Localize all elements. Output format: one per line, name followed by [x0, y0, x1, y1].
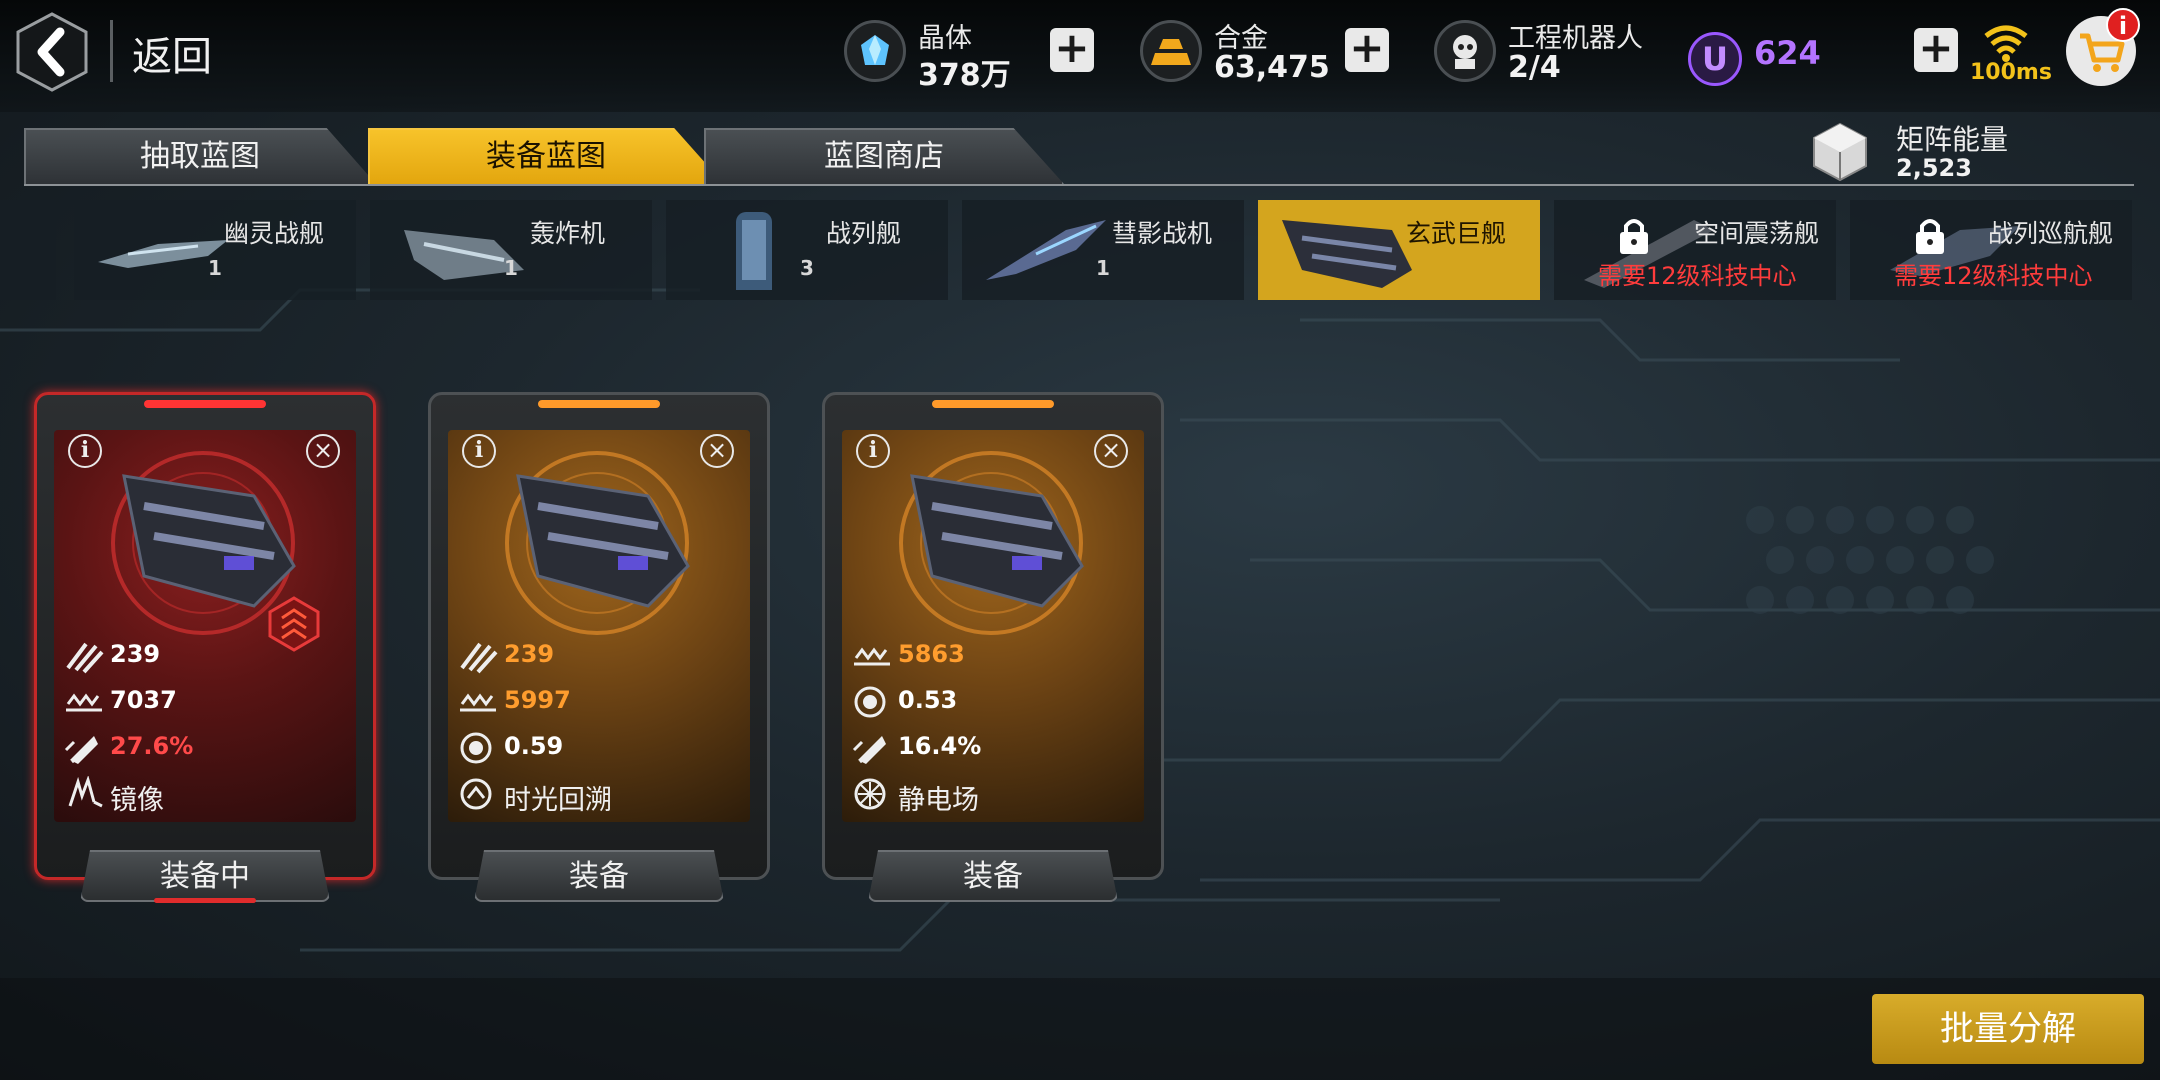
shield-icon	[852, 684, 892, 720]
ship-type-name: 玄武巨舰	[1406, 219, 1507, 248]
ping-value: 100ms	[1970, 60, 2052, 85]
add-crystal-button[interactable]: +	[1050, 27, 1094, 72]
stat-value: 239	[504, 640, 555, 668]
matrix-energy-value: 2,523	[1896, 154, 1972, 182]
matrix-cube-icon	[1813, 122, 1867, 182]
equip-button[interactable]: 装备	[868, 850, 1118, 902]
mirror-icon	[64, 775, 104, 812]
matrix-energy-label: 矩阵能量	[1896, 123, 2009, 156]
card-glow	[538, 400, 660, 408]
back-arrow-icon	[16, 12, 88, 92]
armor-icon	[458, 684, 498, 720]
info-button[interactable]: i	[856, 434, 890, 468]
stat-value: 0.59	[504, 732, 564, 760]
stat-value: 0.53	[898, 686, 958, 714]
back-button[interactable]	[14, 10, 90, 94]
ship-type-count: 1	[208, 256, 222, 280]
skill-name: 静电场	[898, 785, 979, 816]
ship-type-bomber[interactable]: 轰炸机 1	[370, 200, 652, 300]
ship-type-name: 幽灵战舰	[224, 219, 325, 248]
ship-type-name: 战列巡航舰	[1988, 219, 2114, 248]
stat-value: 239	[110, 640, 161, 668]
ship-type-xuanwu[interactable]: 玄武巨舰	[1258, 200, 1540, 300]
speed-icon	[64, 730, 104, 766]
dismantle-close-button[interactable]: ×	[306, 434, 340, 468]
skill-name: 镜像	[110, 785, 164, 816]
resource-value: 2/4	[1508, 50, 1561, 85]
ship-type-name: 空间震荡舰	[1694, 219, 1820, 248]
xuanwu-ship-image	[122, 474, 296, 608]
ship-type-battleship[interactable]: 战列舰 3	[666, 200, 948, 300]
back-label[interactable]: 返回	[132, 24, 212, 82]
armor-icon	[64, 684, 104, 720]
resource-robot: 工程机器人 2/4	[1434, 14, 1674, 94]
dismantle-close-button[interactable]: ×	[1094, 434, 1128, 468]
shield-icon	[458, 730, 498, 766]
card-glow	[932, 400, 1054, 408]
resource-crystal: 晶体 378万	[844, 14, 1044, 94]
info-button[interactable]: i	[462, 434, 496, 468]
equipped-button[interactable]: 装备中	[80, 850, 330, 902]
tabs-underline	[24, 184, 2134, 186]
ship-type-count: 1	[504, 256, 518, 280]
ship-type-name: 轰炸机	[530, 219, 606, 248]
stat-value: 16.4%	[898, 732, 982, 760]
ship-type-space-quake[interactable]: 空间震荡舰 需要12级科技中心	[1554, 200, 1836, 300]
stat-value: 27.6%	[110, 732, 194, 760]
ship-type-count: 1	[1096, 256, 1110, 280]
info-button[interactable]: i	[68, 434, 102, 468]
batch-dismantle-button[interactable]: 批量分解	[1872, 994, 2144, 1064]
crystal-icon	[844, 20, 906, 82]
equip-button[interactable]: 装备	[474, 850, 724, 902]
stat-value: 5997	[504, 686, 571, 714]
ship-type-count: 3	[800, 256, 814, 280]
bottom-bar	[0, 978, 2160, 1080]
ship-type-name: 彗影战机	[1112, 219, 1213, 248]
notification-badge: i	[2106, 8, 2140, 42]
equipped-indicator	[154, 898, 256, 903]
damage-icon	[458, 638, 498, 674]
ship-type-list: 幽灵战舰 1 轰炸机 1 战列舰 3 彗影战机 1 玄武巨舰 空间震荡舰 需要1…	[0, 200, 2160, 306]
ship-type-comet[interactable]: 彗影战机 1	[962, 200, 1244, 300]
stat-value: 7037	[110, 686, 177, 714]
xuanwu-ship-icon	[1282, 220, 1412, 288]
add-premium-button[interactable]: +	[1914, 27, 1958, 72]
tab-equip-blueprint[interactable]: 装备蓝图	[368, 128, 724, 184]
unlock-requirement: 需要12级科技中心	[1598, 262, 1797, 290]
add-alloy-button[interactable]: +	[1345, 27, 1389, 72]
divider	[110, 20, 113, 82]
resource-value: 63,475	[1214, 50, 1330, 85]
robot-icon	[1434, 20, 1496, 82]
blueprint-card[interactable]: i × 5863 0.53 16.4% 静电场装备	[822, 392, 1164, 902]
speed-icon	[852, 730, 892, 766]
premium-currency-icon: U	[1688, 32, 1742, 86]
ship-type-name: 战列舰	[826, 219, 902, 248]
stat-value: 5863	[898, 640, 965, 668]
ship-type-ghost[interactable]: 幽灵战舰 1	[74, 200, 356, 300]
blueprint-card[interactable]: i × 239 7037 27.6% 镜像装备中	[34, 392, 376, 903]
damage-icon	[64, 638, 104, 674]
lock-icon	[1620, 219, 1648, 254]
skill-name: 时光回溯	[504, 785, 612, 816]
static-field-icon	[852, 776, 892, 812]
premium-currency-value: 624	[1754, 34, 1821, 72]
unlock-requirement: 需要12级科技中心	[1894, 262, 2093, 290]
tab-blueprint-shop[interactable]: 蓝图商店	[704, 128, 1064, 184]
rank-chevron-icon	[266, 596, 322, 652]
tab-draw-blueprint[interactable]: 抽取蓝图	[24, 128, 376, 184]
resource-value: 378万	[918, 58, 1011, 93]
card-glow	[144, 400, 266, 408]
alloy-icon	[1140, 20, 1202, 82]
lock-icon	[1916, 219, 1944, 254]
xuanwu-ship-image	[516, 474, 690, 608]
dismantle-close-button[interactable]: ×	[700, 434, 734, 468]
xuanwu-ship-image	[910, 474, 1084, 608]
blueprint-card[interactable]: i × 239 5997 0.59 时光回溯装备	[428, 392, 770, 902]
ship-type-battlecruiser[interactable]: 战列巡航舰 需要12级科技中心	[1850, 200, 2132, 300]
armor-icon	[852, 638, 892, 674]
resource-alloy: 合金 63,475	[1140, 14, 1340, 94]
top-bar: 返回 晶体 378万 + 合金 63,475 + 工程机器人 2/4 U 624…	[0, 0, 2160, 112]
time-rewind-icon	[458, 776, 498, 812]
